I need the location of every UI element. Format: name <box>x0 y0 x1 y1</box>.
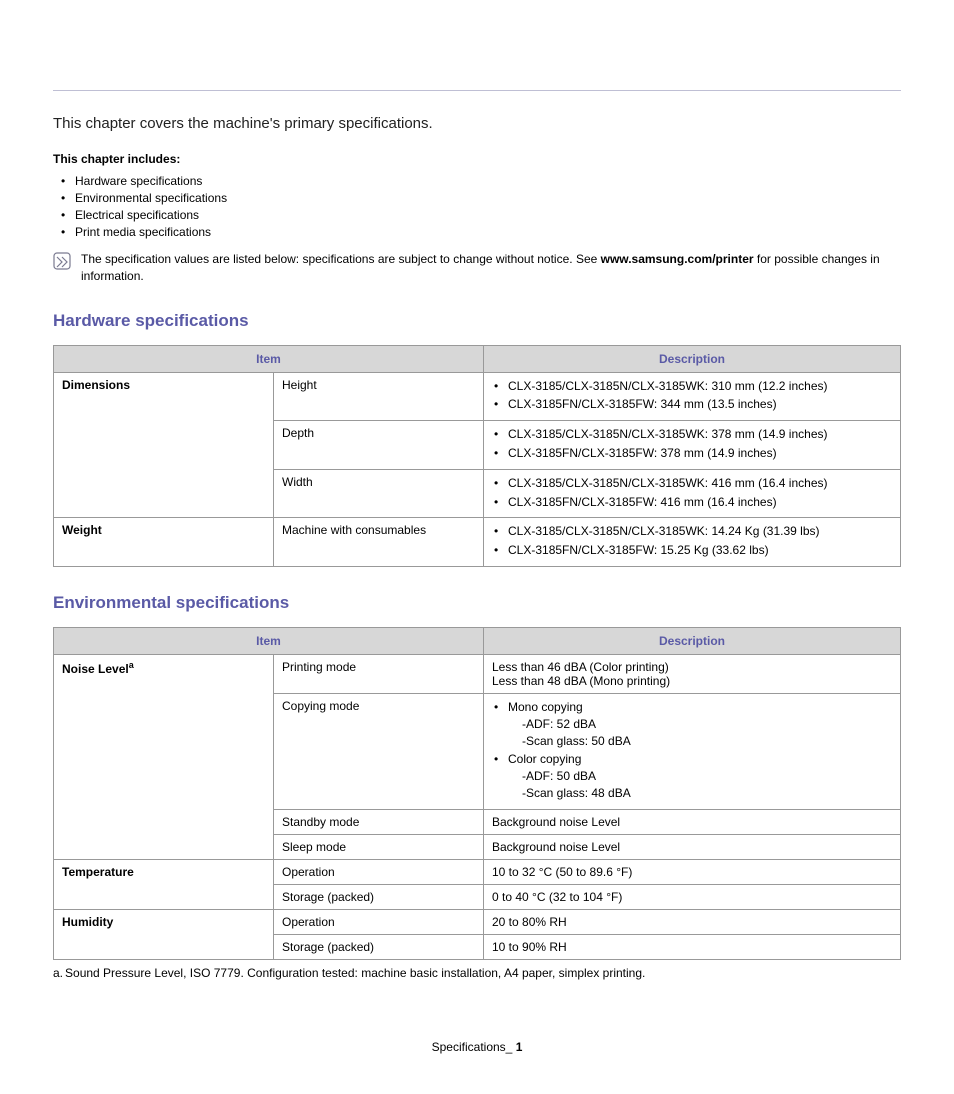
cell-weight-sub: Machine with consumables <box>274 518 484 567</box>
cell-hum-st-label: Storage (packed) <box>274 934 484 959</box>
cell-temp-st-label: Storage (packed) <box>274 884 484 909</box>
cell-weight-label: Weight <box>54 518 274 567</box>
includes-item: Electrical specifications <box>75 208 901 222</box>
cell-noise-label: Noise Levela <box>54 654 274 859</box>
footnote: a. Sound Pressure Level, ISO 7779. Confi… <box>53 966 901 980</box>
table-row: Temperature Operation 10 to 32 °C (50 to… <box>54 859 901 884</box>
th-item: Item <box>54 627 484 654</box>
cell-sleep-label: Sleep mode <box>274 834 484 859</box>
hardware-section: Hardware specifications Item Description… <box>53 311 901 567</box>
cell-hum-label: Humidity <box>54 909 274 959</box>
noise-label-text: Noise Level <box>62 662 129 676</box>
text-line: -ADF: 52 dBA <box>508 716 892 733</box>
chapter-intro: This chapter covers the machine's primar… <box>53 115 901 132</box>
cell-width-desc: CLX-3185/CLX-3185N/CLX-3185WK: 416 mm (1… <box>484 469 901 518</box>
cell-temp-op-label: Operation <box>274 859 484 884</box>
table-row: Humidity Operation 20 to 80% RH <box>54 909 901 934</box>
footnote-text: Sound Pressure Level, ISO 7779. Configur… <box>65 966 645 980</box>
cell-temp-op-desc: 10 to 32 °C (50 to 89.6 °F) <box>484 859 901 884</box>
text-line: Less than 46 dBA (Color printing) <box>492 660 669 674</box>
cell-copy-desc: Mono copying -ADF: 52 dBA -Scan glass: 5… <box>484 693 901 809</box>
includes-item: Hardware specifications <box>75 174 901 188</box>
cell-height-desc: CLX-3185/CLX-3185N/CLX-3185WK: 310 mm (1… <box>484 372 901 421</box>
th-desc: Description <box>484 627 901 654</box>
list-item: CLX-3185/CLX-3185N/CLX-3185WK: 310 mm (1… <box>494 378 892 395</box>
page-footer: Specifications_ 1 <box>53 1040 901 1054</box>
note-prefix: The specification values are listed belo… <box>81 252 601 266</box>
list-item: CLX-3185FN/CLX-3185FW: 15.25 Kg (33.62 l… <box>494 542 892 559</box>
cell-width-label: Width <box>274 469 484 518</box>
footer-label: Specifications_ <box>432 1040 513 1054</box>
list-item: CLX-3185/CLX-3185N/CLX-3185WK: 14.24 Kg … <box>494 523 892 540</box>
text-line: -Scan glass: 50 dBA <box>508 733 892 750</box>
top-rule <box>53 90 901 91</box>
environmental-table: Item Description Noise Levela Printing m… <box>53 627 901 960</box>
cell-depth-desc: CLX-3185/CLX-3185N/CLX-3185WK: 378 mm (1… <box>484 421 901 470</box>
list-item: CLX-3185FN/CLX-3185FW: 416 mm (16.4 inch… <box>494 494 892 511</box>
document-page: This chapter covers the machine's primar… <box>0 0 954 1094</box>
text-line: -Scan glass: 48 dBA <box>508 785 892 802</box>
cell-hum-st-desc: 10 to 90% RH <box>484 934 901 959</box>
cell-hum-op-label: Operation <box>274 909 484 934</box>
cell-hum-op-desc: 20 to 80% RH <box>484 909 901 934</box>
text-line: Color copying <box>508 752 581 766</box>
list-item: CLX-3185/CLX-3185N/CLX-3185WK: 416 mm (1… <box>494 475 892 492</box>
cell-temp-st-desc: 0 to 40 °C (32 to 104 °F) <box>484 884 901 909</box>
cell-height-label: Height <box>274 372 484 421</box>
table-row: Weight Machine with consumables CLX-3185… <box>54 518 901 567</box>
cell-print-label: Printing mode <box>274 654 484 693</box>
hardware-heading: Hardware specifications <box>53 311 901 331</box>
cell-standby-desc: Background noise Level <box>484 809 901 834</box>
table-row: Dimensions Height CLX-3185/CLX-3185N/CLX… <box>54 372 901 421</box>
note-text: The specification values are listed belo… <box>81 251 901 285</box>
includes-item: Print media specifications <box>75 225 901 239</box>
includes-heading: This chapter includes: <box>53 152 901 166</box>
cell-dimensions: Dimensions <box>54 372 274 518</box>
list-item: Mono copying -ADF: 52 dBA -Scan glass: 5… <box>494 699 892 749</box>
cell-weight-desc: CLX-3185/CLX-3185N/CLX-3185WK: 14.24 Kg … <box>484 518 901 567</box>
cell-depth-label: Depth <box>274 421 484 470</box>
includes-item: Environmental specifications <box>75 191 901 205</box>
environmental-heading: Environmental specifications <box>53 593 901 613</box>
note-icon <box>53 252 71 270</box>
cell-print-desc: Less than 46 dBA (Color printing) Less t… <box>484 654 901 693</box>
note-block: The specification values are listed belo… <box>53 251 901 285</box>
hardware-table: Item Description Dimensions Height CLX-3… <box>53 345 901 567</box>
list-item: Color copying -ADF: 50 dBA -Scan glass: … <box>494 751 892 801</box>
footer-page: 1 <box>516 1040 523 1054</box>
footnote-mark: a. <box>53 966 63 980</box>
cell-copy-label: Copying mode <box>274 693 484 809</box>
text-line: Less than 48 dBA (Mono printing) <box>492 674 670 688</box>
list-item: CLX-3185FN/CLX-3185FW: 378 mm (14.9 inch… <box>494 445 892 462</box>
list-item: CLX-3185/CLX-3185N/CLX-3185WK: 378 mm (1… <box>494 426 892 443</box>
th-desc: Description <box>484 345 901 372</box>
environmental-section: Environmental specifications Item Descri… <box>53 593 901 980</box>
text-line: -ADF: 50 dBA <box>508 768 892 785</box>
includes-list: Hardware specifications Environmental sp… <box>53 174 901 239</box>
cell-sleep-desc: Background noise Level <box>484 834 901 859</box>
text-line: Mono copying <box>508 700 583 714</box>
cell-standby-label: Standby mode <box>274 809 484 834</box>
table-row: Noise Levela Printing mode Less than 46 … <box>54 654 901 693</box>
list-item: CLX-3185FN/CLX-3185FW: 344 mm (13.5 inch… <box>494 396 892 413</box>
cell-temp-label: Temperature <box>54 859 274 909</box>
th-item: Item <box>54 345 484 372</box>
noise-footnote-mark: a <box>129 660 134 670</box>
note-link[interactable]: www.samsung.com/printer <box>601 252 754 266</box>
